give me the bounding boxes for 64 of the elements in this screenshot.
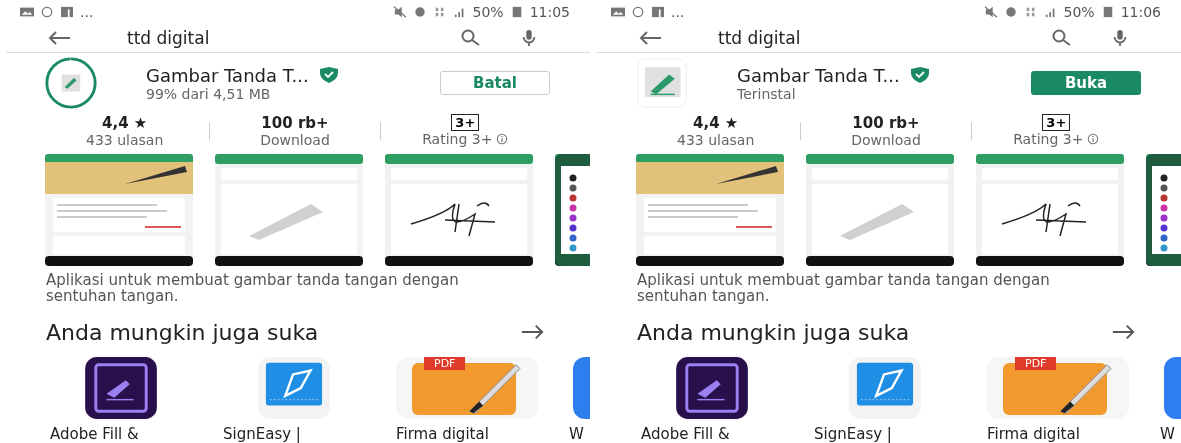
app-icon[interactable]: PDF bbox=[396, 357, 538, 419]
more-notifications: ... bbox=[80, 3, 94, 20]
stat-label: Rating 3+ bbox=[1013, 131, 1084, 147]
app-icon[interactable]: PDF bbox=[987, 357, 1129, 419]
search-query[interactable]: ttd digital bbox=[718, 28, 801, 48]
age-rating-badge: 3+ bbox=[1042, 114, 1071, 131]
clock: 11:05 bbox=[529, 3, 570, 20]
back-arrow-icon[interactable] bbox=[46, 30, 72, 46]
open-button[interactable]: Buka bbox=[1031, 71, 1141, 96]
app-title[interactable]: Firma digital bbox=[396, 425, 538, 443]
pdf-label: PDF bbox=[424, 357, 466, 370]
app-name: Gambar Tanda T... bbox=[146, 64, 309, 86]
stat-value: 100 rb+ bbox=[261, 113, 329, 132]
app-icon bbox=[635, 56, 689, 111]
download-progress-ring bbox=[44, 56, 98, 111]
stat-label: Download bbox=[260, 131, 330, 148]
stat-value: 100 rb+ bbox=[852, 113, 920, 132]
clock: 11:06 bbox=[1120, 3, 1161, 20]
app-title[interactable]: SignEasy | bbox=[223, 425, 365, 443]
app-screenshot[interactable] bbox=[385, 153, 533, 266]
stat-label: 433 ulasan bbox=[86, 131, 164, 148]
gallery-icon bbox=[611, 5, 625, 18]
back-arrow-icon[interactable] bbox=[637, 30, 663, 46]
app-title[interactable]: W bbox=[1160, 425, 1181, 443]
gallery-icon bbox=[20, 5, 34, 18]
app-name: Gambar Tanda T... bbox=[737, 64, 900, 86]
app-title[interactable]: SignEasy | bbox=[814, 425, 956, 443]
app-description: Aplikasi untuk membuat gambar tanda tangan dengan sentuhan tangan. bbox=[46, 271, 460, 304]
search-query[interactable]: ttd digital bbox=[127, 28, 210, 48]
pdf-label: PDF bbox=[1015, 357, 1057, 370]
arrow-right-icon[interactable] bbox=[1112, 323, 1136, 342]
age-rating-badge: 3+ bbox=[451, 114, 480, 131]
app-screenshot[interactable] bbox=[976, 153, 1124, 266]
stat-label: 433 ulasan bbox=[677, 131, 755, 148]
info-icon[interactable] bbox=[496, 133, 509, 145]
stat-label: Download bbox=[851, 131, 921, 148]
app-title[interactable]: Adobe Fill & bbox=[641, 425, 783, 443]
verified-shield-icon bbox=[318, 67, 339, 84]
section-title: Anda mungkin juga suka bbox=[637, 319, 911, 345]
info-icon[interactable] bbox=[1087, 133, 1100, 145]
stat-label: Rating 3+ bbox=[422, 131, 493, 147]
app-description: Aplikasi untuk membuat gambar tanda tangan dengan sentuhan tangan. bbox=[637, 271, 1051, 304]
install-status: 99% dari 4,51 MB bbox=[146, 85, 272, 102]
stat-value: 4,4 ★ bbox=[102, 113, 148, 132]
battery-percent: 50% bbox=[1063, 3, 1095, 20]
app-title[interactable]: W bbox=[569, 425, 590, 443]
arrow-right-icon[interactable] bbox=[521, 323, 545, 342]
more-notifications: ... bbox=[671, 3, 685, 20]
stat-value: 4,4 ★ bbox=[693, 113, 739, 132]
battery-percent: 50% bbox=[472, 3, 504, 20]
search-icon[interactable] bbox=[460, 29, 482, 47]
app-title[interactable]: Adobe Fill & bbox=[50, 425, 192, 443]
app-screenshot[interactable] bbox=[45, 153, 193, 266]
app-screenshot[interactable] bbox=[636, 153, 784, 266]
cancel-button[interactable]: Batal bbox=[440, 71, 550, 96]
section-title: Anda mungkin juga suka bbox=[46, 319, 320, 345]
mute-icon bbox=[983, 5, 998, 18]
verified-shield-icon bbox=[909, 67, 930, 84]
search-icon[interactable] bbox=[1051, 29, 1073, 47]
app-screenshot[interactable] bbox=[806, 153, 954, 266]
app-title[interactable]: Firma digital bbox=[987, 425, 1129, 443]
mute-icon bbox=[392, 5, 407, 18]
install-status: Terinstal bbox=[737, 85, 797, 102]
app-screenshot[interactable] bbox=[215, 153, 363, 266]
